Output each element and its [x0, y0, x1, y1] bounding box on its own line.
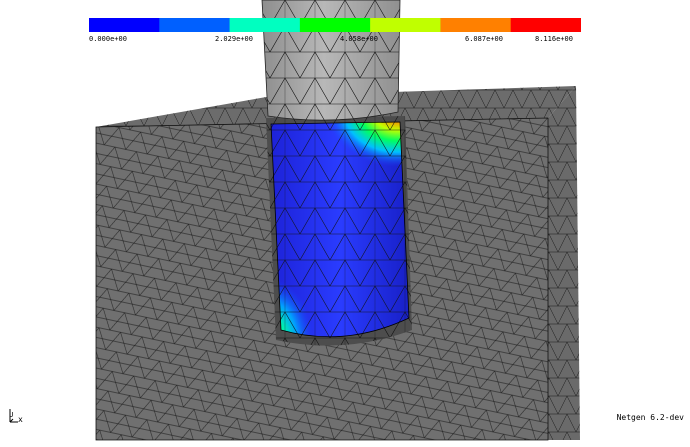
colorbar-label-4: 8.116e+00 [535, 35, 573, 43]
colorbar-segment [89, 18, 160, 32]
axis-label-x: x [18, 415, 23, 424]
colorbar-segment [440, 18, 512, 32]
colorbar-label-1: 2.029e+00 [215, 35, 253, 43]
axis-label-y: U [9, 411, 14, 419]
solution-cylinder [270, 121, 410, 338]
colorbar-segment [229, 18, 301, 32]
colorbar-gradient [89, 18, 582, 32]
colorbar-segment [159, 18, 231, 32]
colorbar-label-3: 6.087e+00 [465, 35, 503, 43]
colorbar-segment [370, 18, 441, 32]
colorbar-label-2: 4.058e+00 [340, 35, 378, 43]
colorbar-segment [299, 18, 371, 32]
block-right-face [548, 86, 580, 440]
mesh-scene[interactable] [0, 0, 690, 443]
colorbar-segment [510, 18, 582, 32]
colorbar: 0.000e+00 2.029e+00 4.058e+00 6.087e+00 … [89, 17, 582, 43]
colorbar-label-0: 0.000e+00 [89, 35, 127, 43]
version-label: Netgen 6.2-dev [616, 413, 684, 422]
3d-viewport[interactable] [0, 0, 690, 443]
axis-indicator: U x [6, 407, 26, 425]
